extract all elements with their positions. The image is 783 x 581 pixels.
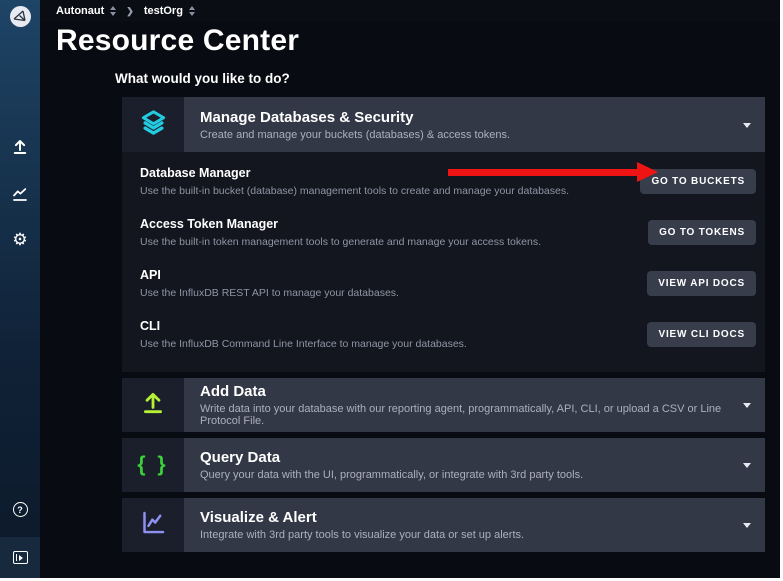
- chevron-down-icon: [743, 123, 751, 128]
- panel-icon-cell: [122, 97, 184, 152]
- view-api-docs-button[interactable]: VIEW API DOCS: [647, 271, 756, 296]
- sidebar-item-feedback[interactable]: [0, 551, 40, 564]
- panel-header-body: Visualize & Alert Integrate with 3rd par…: [184, 498, 765, 552]
- page-title: Resource Center: [56, 24, 299, 58]
- account-switch-caret-icon: [110, 6, 116, 16]
- detail-title: Access Token Manager: [140, 217, 541, 231]
- breadcrumb-org-label: testOrg: [144, 5, 183, 17]
- page-subtitle: What would you like to do?: [115, 71, 290, 86]
- panel-query-data-header[interactable]: { } Query Data Query your data with the …: [122, 438, 765, 492]
- panel-description: Query your data with the UI, programmati…: [200, 469, 731, 481]
- chevron-down-icon: [743, 403, 751, 408]
- sidebar-item-load-data[interactable]: [0, 138, 40, 161]
- panel-icon-cell: [122, 378, 184, 432]
- detail-description: Use the InfluxDB REST API to manage your…: [140, 287, 399, 299]
- panel-icon-cell: { }: [122, 438, 184, 492]
- panel-manage-databases-header[interactable]: Manage Databases & Security Create and m…: [122, 97, 765, 152]
- panel-icon-cell: [122, 498, 184, 552]
- detail-row-database-manager: Database Manager Use the built-in bucket…: [122, 156, 765, 207]
- panel-header-body: Manage Databases & Security Create and m…: [184, 97, 765, 152]
- detail-description: Use the built-in bucket (database) manag…: [140, 185, 569, 197]
- upload-icon: [11, 138, 29, 161]
- topbar: Autonaut ❯ testOrg: [40, 0, 783, 22]
- detail-row-access-token-manager: Access Token Manager Use the built-in to…: [122, 207, 765, 258]
- resource-center-panels: Manage Databases & Security Create and m…: [122, 97, 765, 558]
- panel-add-data: Add Data Write data into your database w…: [122, 378, 765, 432]
- detail-text: CLI Use the InfluxDB Command Line Interf…: [140, 319, 467, 350]
- panel-description: Integrate with 3rd party tools to visual…: [200, 529, 731, 541]
- panel-header-body: Query Data Query your data with the UI, …: [184, 438, 765, 492]
- sidebar-item-data-explorer[interactable]: [0, 185, 40, 208]
- breadcrumb-account-switcher[interactable]: Autonaut: [56, 5, 126, 17]
- detail-text: Database Manager Use the built-in bucket…: [140, 166, 569, 197]
- panel-visualize-alert: Visualize & Alert Integrate with 3rd par…: [122, 498, 765, 552]
- influxdb-logo[interactable]: [0, 6, 40, 27]
- detail-text: Access Token Manager Use the built-in to…: [140, 217, 541, 248]
- chevron-down-icon: [743, 463, 751, 468]
- upload-icon: [140, 390, 166, 421]
- go-to-buckets-button[interactable]: GO TO BUCKETS: [640, 169, 756, 194]
- gear-icon: ⚙: [12, 231, 27, 248]
- detail-row-cli: CLI Use the InfluxDB Command Line Interf…: [122, 309, 765, 360]
- influxdb-logo-icon: [10, 6, 31, 27]
- chevron-down-icon: [743, 523, 751, 528]
- detail-description: Use the InfluxDB Command Line Interface …: [140, 338, 467, 350]
- panel-add-data-header[interactable]: Add Data Write data into your database w…: [122, 378, 765, 432]
- panel-title: Visualize & Alert: [200, 509, 731, 526]
- line-chart-icon: [11, 185, 29, 208]
- sidebar: ⚙ ?: [0, 0, 40, 578]
- sidebar-item-settings[interactable]: ⚙: [0, 231, 40, 248]
- go-to-tokens-button[interactable]: GO TO TOKENS: [648, 220, 756, 245]
- layers-icon: [140, 109, 167, 141]
- panel-title: Query Data: [200, 449, 731, 466]
- panel-title: Add Data: [200, 383, 731, 400]
- panel-title: Manage Databases & Security: [200, 109, 731, 126]
- sidebar-item-help[interactable]: ?: [0, 502, 40, 517]
- panel-header-body: Add Data Write data into your database w…: [184, 378, 765, 432]
- help-icon: ?: [13, 502, 28, 517]
- breadcrumb-separator-icon: ❯: [126, 6, 134, 17]
- view-cli-docs-button[interactable]: VIEW CLI DOCS: [647, 322, 756, 347]
- panel-visualize-alert-header[interactable]: Visualize & Alert Integrate with 3rd par…: [122, 498, 765, 552]
- panel-manage-databases: Manage Databases & Security Create and m…: [122, 97, 765, 372]
- panel-description: Write data into your database with our r…: [200, 403, 731, 427]
- detail-title: API: [140, 268, 399, 282]
- breadcrumb-org-switcher[interactable]: testOrg: [144, 5, 205, 17]
- panel-query-data: { } Query Data Query your data with the …: [122, 438, 765, 492]
- detail-title: Database Manager: [140, 166, 569, 180]
- detail-title: CLI: [140, 319, 467, 333]
- org-switch-caret-icon: [189, 6, 195, 16]
- panel-manage-databases-details: Database Manager Use the built-in bucket…: [122, 152, 765, 372]
- line-chart-icon: [140, 509, 167, 541]
- breadcrumb-account-label: Autonaut: [56, 5, 104, 17]
- app-window: ⚙ ? Autonaut ❯ testOrg Resource Center W…: [0, 0, 783, 581]
- detail-text: API Use the InfluxDB REST API to manage …: [140, 268, 399, 299]
- panel-description: Create and manage your buckets (database…: [200, 129, 731, 141]
- detail-description: Use the built-in token management tools …: [140, 236, 541, 248]
- braces-icon: { }: [137, 453, 168, 477]
- feedback-icon: [13, 551, 28, 564]
- detail-row-api: API Use the InfluxDB REST API to manage …: [122, 258, 765, 309]
